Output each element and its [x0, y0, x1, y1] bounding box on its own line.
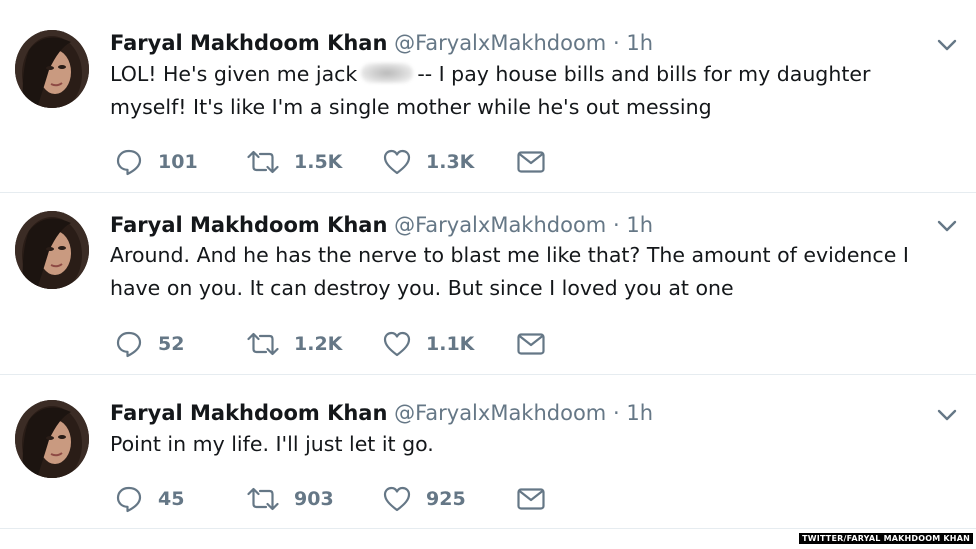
- like-count: 925: [426, 488, 466, 510]
- tweet-text: Point in my life. I'll just let it go.: [110, 432, 434, 456]
- retweet-icon: [247, 332, 279, 356]
- retweet-count: 903: [294, 488, 334, 510]
- reply-count: 101: [158, 151, 198, 173]
- timestamp[interactable]: 1h: [626, 401, 653, 425]
- redacted-word: [361, 63, 414, 83]
- retweet-count: 1.2K: [294, 333, 343, 355]
- timestamp[interactable]: 1h: [626, 213, 653, 237]
- tweet-header: Faryal Makhdoom Khan @FaryalxMakhdoom · …: [110, 212, 653, 238]
- tweet-text-start: LOL! He's given me jack: [110, 62, 358, 86]
- like-button[interactable]: 925: [383, 484, 466, 514]
- tweet-header: Faryal Makhdoom Khan @FaryalxMakhdoom · …: [110, 30, 653, 56]
- reply-icon: [116, 486, 142, 513]
- reply-button[interactable]: 52: [115, 329, 184, 359]
- retweet-button[interactable]: 903: [247, 484, 334, 514]
- reply-button[interactable]: 45: [115, 484, 184, 514]
- chevron-down-icon[interactable]: [936, 215, 958, 237]
- retweet-count: 1.5K: [294, 151, 343, 173]
- direct-message-button[interactable]: [517, 147, 545, 177]
- reply-icon: [116, 149, 142, 176]
- author-name[interactable]: Faryal Makhdoom Khan: [110, 401, 387, 425]
- separator: ·: [612, 401, 620, 425]
- retweet-icon: [247, 150, 279, 174]
- like-count: 1.3K: [426, 151, 475, 173]
- envelope-icon: [517, 488, 545, 510]
- like-button[interactable]: 1.1K: [383, 329, 474, 359]
- author-handle[interactable]: @FaryalxMakhdoom: [394, 401, 606, 425]
- author-handle[interactable]: @FaryalxMakhdoom: [394, 213, 606, 237]
- chevron-down-icon[interactable]: [936, 34, 958, 56]
- author-handle[interactable]: @FaryalxMakhdoom: [394, 31, 606, 55]
- avatar[interactable]: [15, 400, 89, 478]
- envelope-icon: [517, 333, 545, 355]
- chevron-down-icon[interactable]: [936, 404, 958, 426]
- tweet-3[interactable]: Faryal Makhdoom Khan @FaryalxMakhdoom · …: [0, 375, 976, 529]
- tweet-text: LOL! He's given me jack -- I pay house bi…: [110, 58, 950, 124]
- author-name[interactable]: Faryal Makhdoom Khan: [110, 31, 387, 55]
- reply-icon: [116, 331, 142, 358]
- like-count: 1.1K: [426, 333, 475, 355]
- heart-icon: [383, 331, 411, 357]
- image-credit: TWITTER/FARYAL MAKHDOOM KHAN: [799, 533, 973, 544]
- retweet-button[interactable]: 1.5K: [247, 147, 342, 177]
- timestamp[interactable]: 1h: [626, 31, 653, 55]
- heart-icon: [383, 486, 411, 512]
- author-name[interactable]: Faryal Makhdoom Khan: [110, 213, 387, 237]
- envelope-icon: [517, 151, 545, 173]
- reply-button[interactable]: 101: [115, 147, 198, 177]
- retweet-icon: [247, 487, 279, 511]
- avatar[interactable]: [15, 211, 89, 289]
- reply-count: 45: [158, 488, 185, 510]
- separator: ·: [612, 213, 620, 237]
- direct-message-button[interactable]: [517, 484, 545, 514]
- tweet-text: Around. And he has the nerve to blast me…: [110, 243, 909, 300]
- tweet-1[interactable]: Faryal Makhdoom Khan @FaryalxMakhdoom · …: [0, 0, 976, 193]
- retweet-button[interactable]: 1.2K: [247, 329, 342, 359]
- direct-message-button[interactable]: [517, 329, 545, 359]
- heart-icon: [383, 149, 411, 175]
- like-button[interactable]: 1.3K: [383, 147, 474, 177]
- tweet-header: Faryal Makhdoom Khan @FaryalxMakhdoom · …: [110, 400, 653, 426]
- reply-count: 52: [158, 333, 185, 355]
- tweet-2[interactable]: Faryal Makhdoom Khan @FaryalxMakhdoom · …: [0, 193, 976, 375]
- separator: ·: [612, 31, 620, 55]
- avatar[interactable]: [15, 30, 89, 108]
